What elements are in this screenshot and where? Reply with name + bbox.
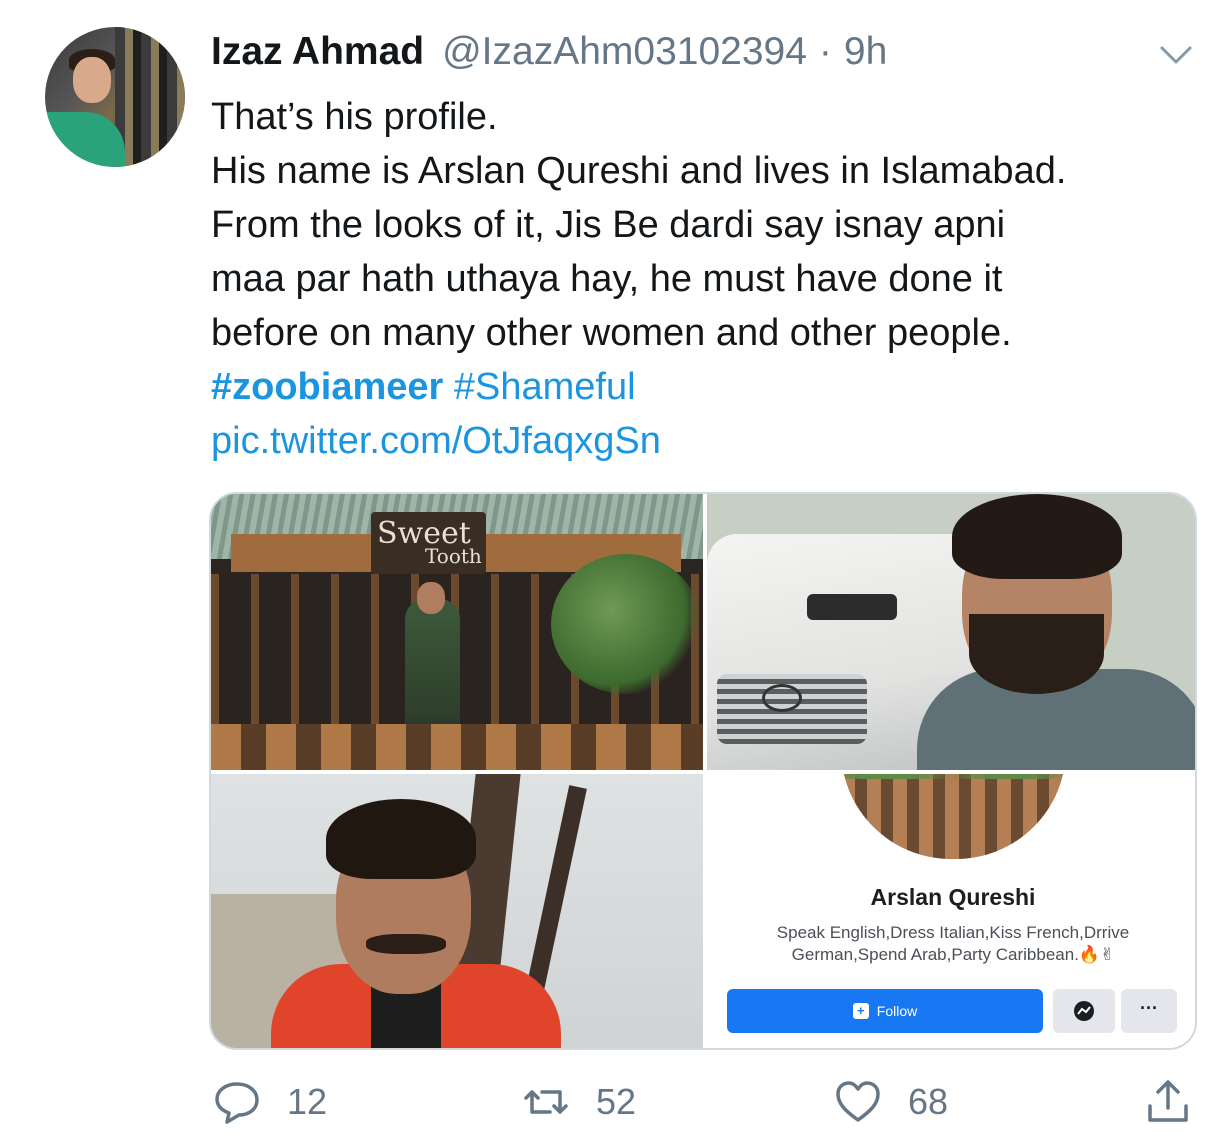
- author-avatar[interactable]: [45, 27, 185, 167]
- follow-button: + Follow: [727, 989, 1043, 1033]
- avatar-shirt: [45, 112, 125, 167]
- profile-name: Arslan Qureshi: [870, 884, 1036, 910]
- media-grid: Sweet Tooth Arslan Qureshi Speak English…: [209, 492, 1197, 1050]
- media-photo-portrait[interactable]: [211, 774, 703, 1048]
- hashtag-link[interactable]: #Shameful: [454, 366, 636, 408]
- heart-icon: [836, 1081, 880, 1122]
- hashtag-line: #zoobiameer #Shameful: [211, 360, 1201, 414]
- follow-label: Follow: [876, 1003, 918, 1019]
- plants: [841, 774, 1066, 779]
- person-head: [417, 582, 445, 614]
- retweet-count: 52: [596, 1081, 637, 1122]
- header-separator: ·: [818, 30, 832, 73]
- messenger-icon: [1074, 1001, 1094, 1021]
- tweet-line: That’s his profile.: [211, 96, 498, 138]
- messenger-button: [1053, 989, 1115, 1033]
- plant: [551, 554, 701, 694]
- chevron-down-icon[interactable]: [1158, 42, 1194, 68]
- avatar-face: [73, 57, 111, 103]
- media-photo-profile[interactable]: Arslan Qureshi Speak English,Dress Itali…: [707, 774, 1195, 1048]
- tweet-line: From the looks of it, Jis Be dardi say i…: [211, 204, 1006, 246]
- reply-icon: [215, 1082, 259, 1124]
- shop-sign-text: Tooth: [425, 544, 482, 568]
- profile-bio-line: Speak English,Dress Italian,Kiss French,…: [776, 923, 1130, 942]
- car-hood-scoop: [807, 594, 897, 620]
- more-button: ···: [1121, 989, 1177, 1033]
- person-hair: [326, 799, 476, 879]
- retweet-button[interactable]: 52: [522, 1078, 636, 1126]
- author-handle[interactable]: @IzazAhm03102394: [442, 30, 807, 74]
- tweet-header: Izaz Ahmad @IzazAhm03102394 · 9h: [211, 30, 887, 80]
- media-photo-shop[interactable]: Sweet Tooth: [211, 494, 703, 770]
- car-logo: [762, 684, 802, 712]
- chairs: [211, 724, 703, 770]
- tweet-line: His name is Arslan Qureshi and lives in …: [211, 150, 1067, 192]
- pic-link[interactable]: pic.twitter.com/OtJfaqxgSn: [211, 414, 1201, 468]
- reply-button[interactable]: 12: [213, 1078, 327, 1126]
- tweet-time[interactable]: 9h: [844, 30, 887, 74]
- profile-bio: Speak English,Dress Italian,Kiss French,…: [727, 922, 1179, 966]
- profile-bio-line: German,Spend Arab,Party Caribbean.🔥✌: [791, 945, 1115, 964]
- reply-count: 12: [287, 1081, 328, 1122]
- person-mustache: [366, 934, 446, 954]
- hashtag-link[interactable]: #zoobiameer: [211, 366, 443, 408]
- share-icon: [1148, 1080, 1188, 1122]
- plus-icon: +: [852, 1003, 869, 1019]
- tweet-line: before on many other women and other peo…: [211, 312, 1012, 354]
- tweet-text: That’s his profile. His name is Arslan Q…: [211, 90, 1201, 468]
- avatar-background: [115, 27, 185, 167]
- like-count: 68: [908, 1081, 949, 1122]
- retweet-icon: [524, 1090, 568, 1114]
- author-name[interactable]: Izaz Ahmad: [211, 30, 424, 74]
- tweet-actions: 12 52 68: [0, 1078, 1227, 1130]
- like-button[interactable]: 68: [834, 1078, 948, 1126]
- profile-cover-photo: [841, 774, 1066, 859]
- tweet-line: maa par hath uthaya hay, he must have do…: [211, 258, 1003, 300]
- person-beard: [969, 614, 1104, 694]
- media-photo-car[interactable]: [707, 494, 1195, 770]
- person-hair: [952, 494, 1122, 579]
- share-button[interactable]: [1144, 1078, 1192, 1126]
